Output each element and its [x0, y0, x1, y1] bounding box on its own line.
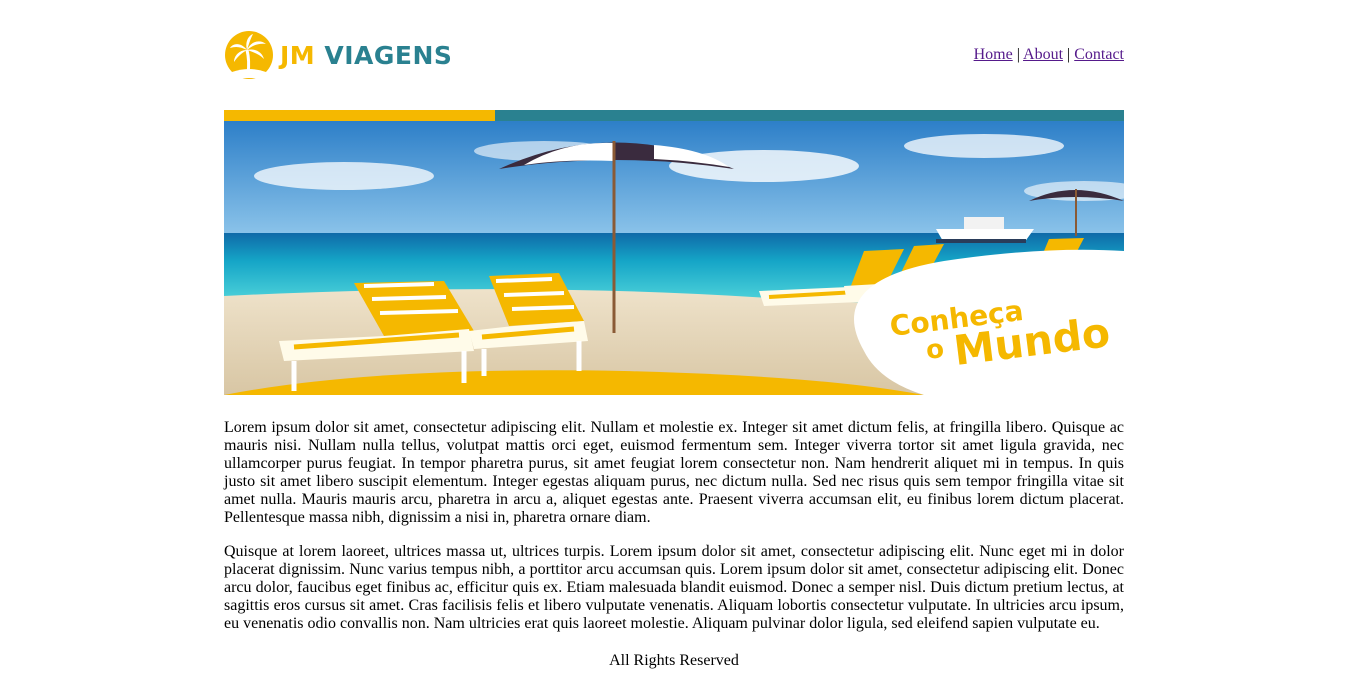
nav-separator: |	[1067, 46, 1071, 63]
logo-text: JM VIAGENS	[280, 41, 452, 70]
content-paragraph: Lorem ipsum dolor sit amet, consectetur …	[224, 419, 1124, 526]
palm-tree-icon	[225, 31, 273, 79]
nav-about-link[interactable]: About	[1023, 46, 1063, 63]
nav-contact-link[interactable]: Contact	[1074, 46, 1124, 63]
beach-image: Conheça o Mundo	[224, 121, 1124, 395]
content-paragraph: Quisque at lorem laoreet, ultrices massa…	[224, 543, 1124, 632]
page-container: JM VIAGENS Home | About | Contact Conheç…	[224, 0, 1124, 669]
main-content: Lorem ipsum dolor sit amet, consectetur …	[224, 419, 1124, 649]
logo-viagens: VIAGENS	[324, 40, 453, 70]
logo-jm: JM	[280, 40, 316, 70]
site-header: JM VIAGENS Home | About | Contact	[224, 0, 1124, 110]
site-footer: All Rights Reserved	[609, 652, 739, 669]
banner-stripe-yellow	[224, 110, 495, 121]
hero-banner: Conheça o Mundo	[224, 110, 1124, 395]
nav-separator: |	[1016, 46, 1020, 63]
banner-stripe-teal	[495, 110, 1124, 121]
main-nav: Home | About | Contact	[974, 46, 1124, 64]
banner-tagline-o: o	[924, 334, 946, 366]
nav-home-link[interactable]: Home	[974, 46, 1013, 63]
site-logo[interactable]: JM VIAGENS	[224, 29, 452, 81]
